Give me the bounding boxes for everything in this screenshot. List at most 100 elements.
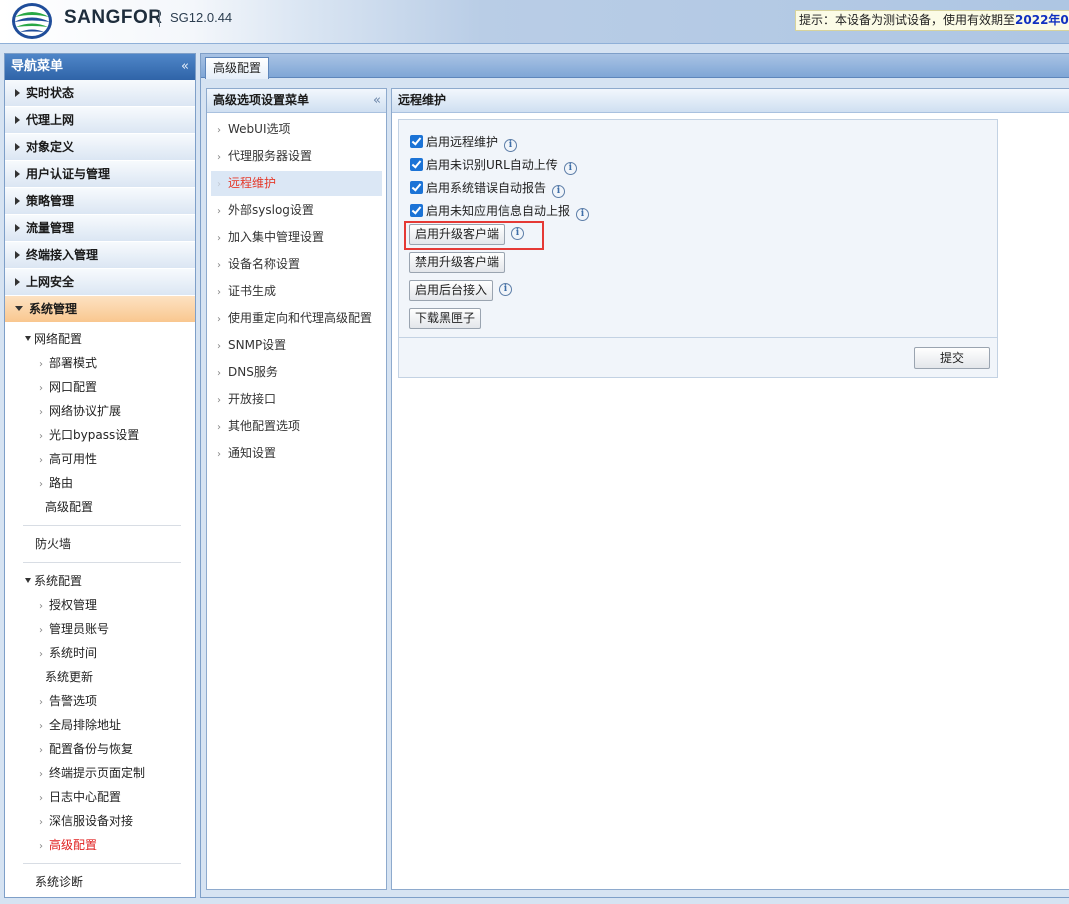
tree-divider [23, 863, 181, 864]
top-header: SANGFOR SG12.0.44 提示：本设备为测试设备，使用有效期至2022… [0, 0, 1069, 44]
triangle-right-icon [15, 116, 20, 124]
enable-upgrade-client-button[interactable]: 启用升级客户端 [409, 224, 506, 245]
collapsed-triangle-icon [24, 877, 30, 887]
tree-item-label: 网络协议扩展 [49, 404, 122, 418]
option-unknown-app-report: 启用未知应用信息自动上报 i [410, 201, 590, 221]
chevron-right-icon: › [217, 395, 221, 406]
tree-item-log-center[interactable]: › 日志中心配置 [5, 785, 195, 809]
nav-title: 导航菜单 « [5, 54, 195, 80]
tree-item-interface-config[interactable]: › 网口配置 [5, 375, 195, 399]
submenu-item-label: 远程维护 [228, 176, 277, 190]
submenu-title: 高级选项设置菜单 « [207, 89, 386, 113]
submenu-item-label: 通知设置 [228, 446, 277, 460]
info-icon[interactable]: i [504, 139, 518, 152]
tree-node-system-diagnosis[interactable]: 系统诊断 [5, 870, 195, 894]
submenu-item-label: 其他配置选项 [228, 419, 301, 433]
chevron-right-icon: › [39, 479, 43, 490]
error-report-checkbox[interactable] [410, 181, 423, 194]
tree-item-label: 系统时间 [49, 646, 98, 660]
tree-item-backup-restore[interactable]: › 配置备份与恢复 [5, 737, 195, 761]
submenu-item-webui[interactable]: › WebUI选项 [211, 117, 382, 142]
nav-section-realtime-status[interactable]: 实时状态 [5, 80, 195, 107]
info-icon[interactable]: i [563, 162, 577, 175]
submenu-item-label: 加入集中管理设置 [228, 230, 325, 244]
enable-backend-access-button[interactable]: 启用后台接入 [409, 280, 494, 301]
info-icon[interactable]: i [511, 227, 524, 240]
submenu-item-central-management[interactable]: › 加入集中管理设置 [211, 225, 382, 250]
tree-node-network-config[interactable]: 网络配置 [5, 327, 195, 351]
tree-item-system-update[interactable]: 系统更新 [5, 665, 195, 689]
nav-section-policy[interactable]: 策略管理 [5, 188, 195, 215]
remote-maintenance-checkbox[interactable] [410, 135, 423, 148]
tree-item-protocol-extension[interactable]: › 网络协议扩展 [5, 399, 195, 423]
checkbox-label: 启用未知应用信息自动上报 [426, 204, 571, 218]
nav-section-object-definition[interactable]: 对象定义 [5, 134, 195, 161]
info-icon[interactable]: i [499, 283, 512, 296]
tree-item-routing[interactable]: › 路由 [5, 471, 195, 495]
triangle-right-icon [15, 170, 20, 178]
submit-button[interactable]: 提交 [914, 347, 990, 369]
tree-item-deploy-mode[interactable]: › 部署模式 [5, 351, 195, 375]
nav-section-proxy-internet[interactable]: 代理上网 [5, 107, 195, 134]
chevron-right-icon: › [39, 625, 43, 636]
tree-item-high-availability[interactable]: › 高可用性 [5, 447, 195, 471]
triangle-right-icon [15, 197, 20, 205]
nav-section-traffic[interactable]: 流量管理 [5, 215, 195, 242]
tree-item-bypass[interactable]: › 光口bypass设置 [5, 423, 195, 447]
tree-item-advanced-config-selected[interactable]: › 高级配置 [5, 833, 195, 857]
submenu-item-label: 使用重定向和代理高级配置 [228, 311, 373, 325]
nav-section-endpoint-access[interactable]: 终端接入管理 [5, 242, 195, 269]
download-blackbox-button[interactable]: 下载黑匣子 [409, 308, 482, 329]
submenu-item-syslog[interactable]: › 外部syslog设置 [211, 198, 382, 223]
tree-item-label: 网口配置 [49, 380, 98, 394]
triangle-right-icon [15, 89, 20, 97]
submenu-item-device-name[interactable]: › 设备名称设置 [211, 252, 382, 277]
chevron-right-icon: › [217, 125, 221, 136]
tree-item-global-exclusion[interactable]: › 全局排除地址 [5, 713, 195, 737]
triangle-right-icon [15, 224, 20, 232]
url-upload-checkbox[interactable] [410, 158, 423, 171]
submenu-item-snmp[interactable]: › SNMP设置 [211, 333, 382, 358]
submenu-item-other-options[interactable]: › 其他配置选项 [211, 414, 382, 439]
tree-item-network-advanced[interactable]: 高级配置 [5, 495, 195, 519]
tree-item-alert-options[interactable]: › 告警选项 [5, 689, 195, 713]
chevron-right-icon: › [39, 601, 43, 612]
nav-section-system-management[interactable]: 系统管理 [5, 296, 195, 323]
system-management-tree: 网络配置 › 部署模式 › 网口配置 › 网络协议扩展 › 光口bypass设置 › 高可… [5, 323, 195, 894]
nav-section-user-auth[interactable]: 用户认证与管理 [5, 161, 195, 188]
nav-section-label: 终端接入管理 [26, 248, 99, 262]
submenu-item-notification[interactable]: › 通知设置 [211, 441, 382, 466]
info-icon[interactable]: i [576, 208, 590, 221]
tree-item-label: 路由 [49, 476, 74, 490]
submenu-item-proxy-server[interactable]: › 代理服务器设置 [211, 144, 382, 169]
tree-node-firewall[interactable]: 防火墙 [5, 532, 195, 556]
tree-item-device-integration[interactable]: › 深信服设备对接 [5, 809, 195, 833]
submenu-item-certificate[interactable]: › 证书生成 [211, 279, 382, 304]
checkbox-label: 启用未识别URL自动上传 [426, 158, 558, 172]
collapse-submenu-icon[interactable]: « [373, 89, 381, 112]
tree-node-system-config[interactable]: 系统配置 [5, 569, 195, 593]
tree-item-prompt-page[interactable]: › 终端提示页面定制 [5, 761, 195, 785]
submenu-item-redirect-proxy[interactable]: › 使用重定向和代理高级配置 [211, 306, 382, 331]
unknown-app-report-checkbox[interactable] [410, 204, 423, 217]
info-icon[interactable]: i [552, 185, 566, 198]
nav-title-label: 导航菜单 [11, 59, 64, 74]
tree-item-label: 光口bypass设置 [49, 428, 140, 442]
submenu-item-dns[interactable]: › DNS服务 [211, 360, 382, 385]
nav-section-internet-security[interactable]: 上网安全 [5, 269, 195, 296]
disable-upgrade-client-button[interactable]: 禁用升级客户端 [409, 252, 506, 273]
chevron-right-icon: › [39, 721, 43, 732]
option-error-report: 启用系统错误自动报告 i [410, 178, 566, 198]
submenu-item-remote-maintenance[interactable]: › 远程维护 [211, 171, 382, 196]
chevron-right-icon: › [217, 179, 221, 190]
tree-item-system-time[interactable]: › 系统时间 [5, 641, 195, 665]
submenu-item-open-api[interactable]: › 开放接口 [211, 387, 382, 412]
tree-item-admin-account[interactable]: › 管理员账号 [5, 617, 195, 641]
collapse-nav-icon[interactable]: « [181, 54, 189, 80]
tree-divider [23, 525, 181, 526]
notice-date: 2022年04 [1015, 13, 1069, 27]
tree-item-label: 告警选项 [49, 694, 98, 708]
tree-item-license[interactable]: › 授权管理 [5, 593, 195, 617]
tab-advanced-config[interactable]: 高级配置 [205, 57, 270, 79]
collapsed-triangle-icon [24, 539, 30, 549]
